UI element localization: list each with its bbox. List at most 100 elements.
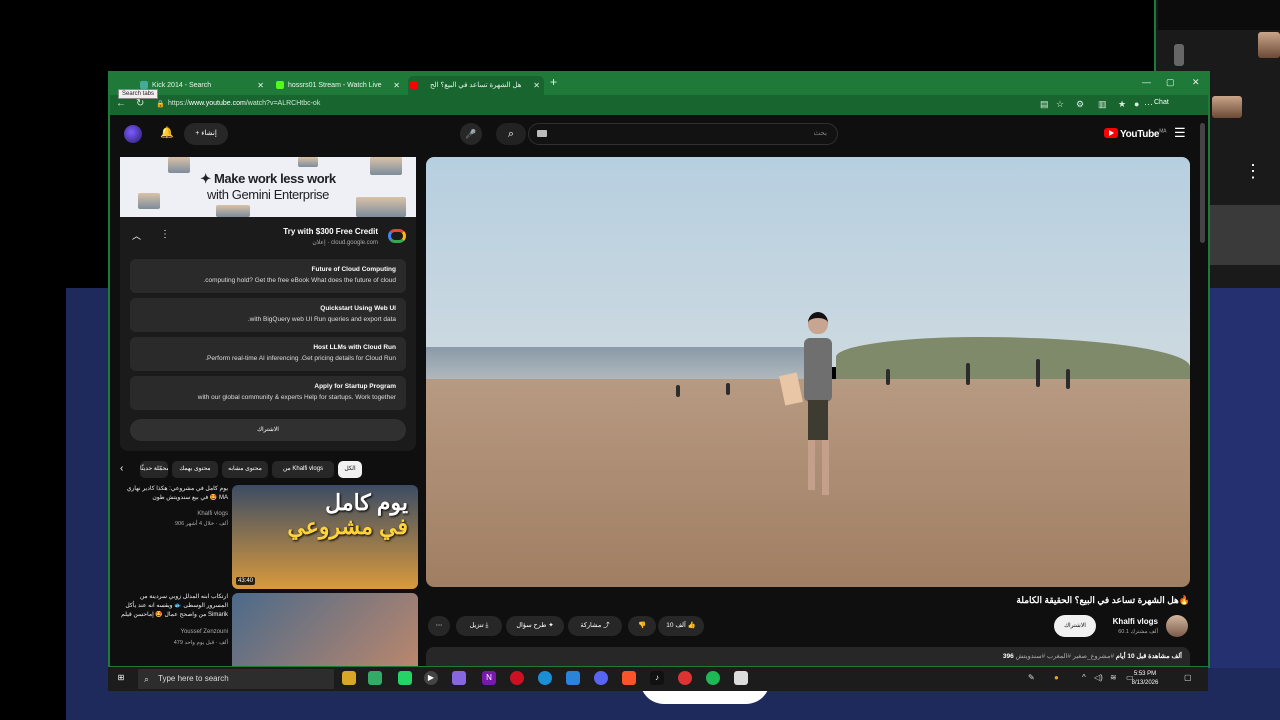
ad-banner[interactable]: ✦ Make work less work with Gemini Enterp… xyxy=(120,157,416,217)
video-meta: 479 ألف · قبل يوم واحد xyxy=(173,640,228,646)
maximize-icon[interactable]: ▢ xyxy=(1166,77,1175,88)
create-button[interactable]: + إنشاء xyxy=(184,123,228,145)
new-tab-icon[interactable]: + xyxy=(550,75,557,89)
close-tab-icon[interactable]: ✕ xyxy=(533,76,540,95)
minimize-icon[interactable]: — xyxy=(1142,77,1151,87)
scrollbar[interactable] xyxy=(1200,123,1205,243)
tiktok-icon[interactable]: ♪ xyxy=(650,671,664,685)
chip-similar[interactable]: محتوى مشابه xyxy=(222,461,268,478)
discord-icon[interactable] xyxy=(594,671,608,685)
chat-button[interactable]: Chat xyxy=(1154,99,1169,106)
media-player-icon[interactable]: ▶ xyxy=(424,671,438,685)
duration-badge: 43:40 xyxy=(236,577,256,585)
chevron-up-icon[interactable]: ︿ xyxy=(132,229,141,242)
ad-link[interactable]: Quickstart Using Web UI .with BigQuery we… xyxy=(130,298,406,332)
menu-icon[interactable]: ☰ xyxy=(1174,125,1186,141)
taskbar-search[interactable]: ⌕ Type here to search xyxy=(138,669,334,689)
ad-title[interactable]: Try with $300 Free Credit xyxy=(283,227,378,236)
chevron-up-icon[interactable]: ^ xyxy=(1082,673,1086,682)
ad-link[interactable]: Future of Cloud Computing .computing hold… xyxy=(130,259,406,293)
extensions-icon[interactable]: ⚙ xyxy=(1076,99,1084,110)
channel-name[interactable]: Khalfi vlogs xyxy=(120,511,228,517)
channel-name[interactable]: Youssef Zenzouni xyxy=(120,629,228,635)
more-icon[interactable]: ⋯ xyxy=(1144,99,1153,110)
browser-window: Kick 2014 - Search ✕ hossrs01 Stream - W… xyxy=(108,71,1210,668)
more-actions-icon[interactable]: ⋯ xyxy=(428,616,450,636)
youtube-logo[interactable]: YouTubeMA xyxy=(1104,128,1166,140)
video-thumbnail[interactable] xyxy=(232,593,418,666)
status-dot-icon[interactable]: ● xyxy=(1054,673,1059,682)
start-icon[interactable]: ⊞ xyxy=(114,671,128,685)
favorite-icon[interactable]: ☆ xyxy=(1056,99,1064,110)
video-title[interactable]: يوم كامل في مشروعي: هكذا كادير نهاري في … xyxy=(120,485,228,503)
volume-icon[interactable]: ◁) xyxy=(1094,673,1103,682)
channel-name[interactable]: Khalfi vlogs xyxy=(1113,617,1158,626)
more-options-icon[interactable]: ⋮ xyxy=(1244,160,1262,182)
video-thumbnail[interactable]: يوم كامل في مشروعي 43:40 xyxy=(232,485,418,589)
tab-youtube[interactable]: هل الشهرة تساعد في البيع؟ الح ✕ xyxy=(408,76,544,95)
account-avatar[interactable] xyxy=(124,125,142,143)
ad-link[interactable]: Apply for Startup Program with our global… xyxy=(130,376,406,410)
dislike-button[interactable]: 👎 xyxy=(628,616,656,636)
network-icon[interactable]: ≋ xyxy=(1110,673,1117,682)
calculator-icon[interactable] xyxy=(368,671,382,685)
url-field[interactable]: https://www.youtube.com/watch?v=ALRCHtbc… xyxy=(168,100,320,107)
notifications-icon[interactable]: 🔔 xyxy=(160,126,174,139)
pen-icon[interactable]: ✎ xyxy=(1028,673,1035,682)
spotify-icon[interactable] xyxy=(706,671,720,685)
voice-search-icon[interactable]: 🎤 xyxy=(460,123,482,145)
chevron-left-icon[interactable]: ‹ xyxy=(120,463,132,474)
subscriber-count: 60.1 ألف مشترك xyxy=(1118,629,1158,635)
person-figure xyxy=(779,312,840,512)
search-input[interactable]: بحث xyxy=(528,123,838,145)
close-tab-icon[interactable]: ✕ xyxy=(257,76,264,95)
back-icon[interactable]: ← xyxy=(116,98,126,109)
split-screen-icon[interactable]: ▤ xyxy=(1040,99,1049,110)
collections-icon[interactable]: ▥ xyxy=(1098,99,1107,110)
color-app-icon[interactable] xyxy=(452,671,466,685)
ask-button[interactable]: طرح سؤال ✦ xyxy=(506,616,564,636)
whatsapp-icon[interactable] xyxy=(398,671,412,685)
participant-avatar xyxy=(1174,44,1184,66)
edge-icon[interactable] xyxy=(538,671,552,685)
search-icon[interactable]: ⌕ xyxy=(496,123,526,145)
file-explorer-icon[interactable] xyxy=(342,671,356,685)
search-icon: ⌕ xyxy=(144,674,150,684)
list-item[interactable]: ارتكاب ابنه المدلل زوبي سردينة من المسرو… xyxy=(120,593,418,666)
record-icon[interactable] xyxy=(510,671,524,685)
list-item[interactable]: يوم كامل في مشروعي 43:40 يوم كامل في مشرو… xyxy=(120,485,418,589)
like-button[interactable]: 10 آلف 👍 xyxy=(658,616,704,636)
chip-channel[interactable]: من Khalfi vlogs xyxy=(272,461,334,478)
share-button[interactable]: مشاركة ⤴ xyxy=(568,616,622,636)
video-title: هل الشهرة تساعد في البيع؟ الحقيقة الكامل… xyxy=(1016,595,1190,605)
system-clock[interactable]: 5:53 PM 8/13/2026 xyxy=(1122,670,1168,688)
chip-recent[interactable]: فيديوهات محمّلة حديثًا xyxy=(140,461,168,478)
tab-stream[interactable]: hossrs01 Stream - Watch Live ✕ xyxy=(274,76,404,95)
refresh-icon[interactable]: ↻ xyxy=(136,98,144,109)
brave-icon[interactable] xyxy=(622,671,636,685)
download-button[interactable]: تنزيل ⤓ xyxy=(456,616,502,636)
photos-icon[interactable] xyxy=(566,671,580,685)
store-icon[interactable] xyxy=(734,671,748,685)
notifications-icon[interactable]: ▢ xyxy=(1184,673,1192,682)
video-title[interactable]: ارتكاب ابنه المدلل زوبي سردينة من المسرو… xyxy=(120,593,228,620)
close-window-icon[interactable]: ✕ xyxy=(1192,77,1200,88)
video-player[interactable] xyxy=(426,157,1190,587)
keyboard-icon[interactable] xyxy=(537,130,547,137)
subscribe-button[interactable]: الاشتراك xyxy=(1054,615,1096,637)
description-box[interactable]: 396 ألف مشاهدة قبل 10 أيام #مشروع_صغير #… xyxy=(426,647,1190,666)
chip-interest[interactable]: محتوى يهمك xyxy=(172,461,218,478)
channel-avatar[interactable] xyxy=(1166,615,1188,637)
onenote-icon[interactable]: N xyxy=(482,671,496,685)
chip-all[interactable]: الكل xyxy=(338,461,362,478)
youtube-icon xyxy=(410,81,418,89)
close-tab-icon[interactable]: ✕ xyxy=(393,76,400,95)
tab-bar: Kick 2014 - Search ✕ hossrs01 Stream - W… xyxy=(110,73,1208,95)
chrome-icon[interactable] xyxy=(678,671,692,685)
ad-subscribe-button[interactable]: الاشتراك xyxy=(130,419,406,441)
favorites-list-icon[interactable]: ★ xyxy=(1118,99,1126,110)
filter-chips: ‹ فيديوهات محمّلة حديثًا محتوى يهمك محتو… xyxy=(120,459,416,479)
more-icon[interactable]: ⋮ xyxy=(160,229,170,240)
ad-link[interactable]: Host LLMs with Cloud Run .Perform real-ti… xyxy=(130,337,406,371)
profile-icon[interactable]: ● xyxy=(1134,99,1139,109)
